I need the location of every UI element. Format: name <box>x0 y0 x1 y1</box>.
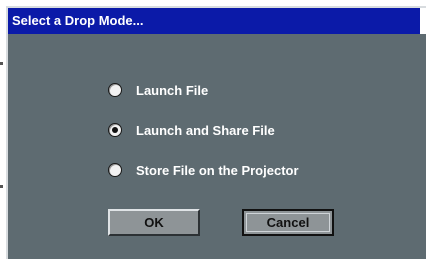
radio-button[interactable] <box>108 83 122 97</box>
cancel-button[interactable]: Cancel <box>242 209 334 236</box>
drop-mode-dialog: Select a Drop Mode... Launch File Launch… <box>6 6 426 259</box>
dialog-title: Select a Drop Mode... <box>12 13 144 28</box>
background-artifact <box>0 62 3 65</box>
background-artifact <box>0 185 3 188</box>
cancel-button-label: Cancel <box>266 215 310 230</box>
option-store-file-on-projector[interactable]: Store File on the Projector <box>108 160 299 180</box>
dialog-titlebar[interactable]: Select a Drop Mode... <box>8 8 426 34</box>
option-label: Launch and Share File <box>136 122 275 138</box>
option-launch-and-share-file[interactable]: Launch and Share File <box>108 120 275 140</box>
option-launch-file[interactable]: Launch File <box>108 80 208 100</box>
radio-button[interactable] <box>108 163 122 177</box>
radio-button-selected[interactable] <box>108 123 122 137</box>
option-label: Store File on the Projector <box>136 162 299 178</box>
ok-button-label: OK <box>144 215 164 230</box>
titlebar-edge <box>420 8 426 34</box>
screen: Select a Drop Mode... Launch File Launch… <box>0 0 430 259</box>
ok-button[interactable]: OK <box>108 209 200 236</box>
option-label: Launch File <box>136 82 209 98</box>
